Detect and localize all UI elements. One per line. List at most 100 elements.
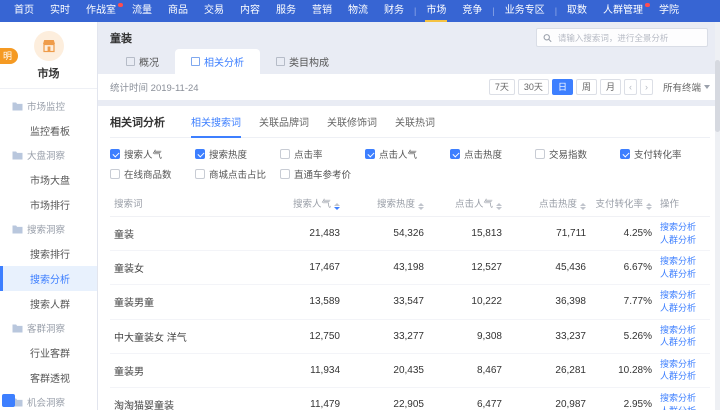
metric-0[interactable]: 搜索人气: [110, 147, 195, 161]
col-header-1[interactable]: 搜索人气: [266, 190, 344, 217]
sidebar-item-6[interactable]: 搜索排行: [0, 241, 97, 266]
col-header-4[interactable]: 点击热度: [506, 190, 590, 217]
subtab-3[interactable]: 关联热词: [395, 114, 435, 138]
range-button-4[interactable]: 月: [600, 79, 621, 95]
float-widget[interactable]: [2, 394, 15, 407]
metric-8[interactable]: 商城点击占比: [195, 167, 280, 181]
metric-label: 商城点击占比: [209, 167, 266, 181]
nav-item-7[interactable]: 服务: [268, 0, 304, 22]
metric-7[interactable]: 在线商品数: [110, 167, 195, 181]
checkbox-icon[interactable]: [280, 169, 290, 179]
value-cell: 54,326: [344, 217, 428, 251]
crowd-analysis-link[interactable]: 人群分析: [660, 405, 706, 410]
metric-3[interactable]: 点击人气: [365, 147, 450, 161]
search-term-cell[interactable]: 童装男童: [110, 285, 266, 319]
sidebar-item-1[interactable]: 监控看板: [0, 118, 97, 143]
nav-item-4[interactable]: 商品: [160, 0, 196, 22]
sidebar-group-label: 搜索洞察: [27, 222, 65, 236]
range-button-1[interactable]: 30天: [518, 79, 549, 95]
checkbox-icon[interactable]: [195, 149, 205, 159]
crowd-analysis-link[interactable]: 人群分析: [660, 302, 706, 315]
search-term-cell[interactable]: 中大童装女 洋气: [110, 319, 266, 353]
nav-item-2[interactable]: 作战室: [78, 0, 124, 22]
checkbox-icon[interactable]: [195, 169, 205, 179]
sidebar-item-8[interactable]: 搜索人群: [0, 291, 97, 316]
subtab-0[interactable]: 相关搜索词: [191, 114, 241, 138]
checkbox-icon[interactable]: [620, 149, 630, 159]
scrollbar-thumb[interactable]: [715, 60, 720, 132]
corner-badge[interactable]: 明: [0, 48, 18, 64]
nav-item-11[interactable]: 市场: [418, 0, 454, 22]
sidebar-item-11[interactable]: 客群透视: [0, 365, 97, 390]
sort-icon[interactable]: [418, 203, 424, 210]
nav-item-16[interactable]: 学院: [651, 0, 687, 22]
sidebar-item-4[interactable]: 市场排行: [0, 192, 97, 217]
col-header-2[interactable]: 搜索热度: [344, 190, 428, 217]
crowd-analysis-link[interactable]: 人群分析: [660, 234, 706, 247]
stat-time-value: 2019-11-24: [151, 83, 199, 94]
search-input[interactable]: [556, 32, 701, 44]
crowd-analysis-link[interactable]: 人群分析: [660, 336, 706, 349]
sort-icon[interactable]: [580, 203, 586, 210]
nav-item-15[interactable]: 人群管理: [595, 0, 651, 22]
metric-6[interactable]: 支付转化率: [620, 147, 705, 161]
range-button-3[interactable]: 周: [576, 79, 597, 95]
range-button-2[interactable]: 日: [552, 79, 573, 95]
metric-2[interactable]: 点击率: [280, 147, 365, 161]
crowd-analysis-link[interactable]: 人群分析: [660, 268, 706, 281]
search-analysis-link[interactable]: 搜索分析: [660, 392, 706, 405]
folder-icon: [12, 102, 23, 111]
tab-0[interactable]: 概况: [110, 49, 175, 74]
nav-item-5[interactable]: 交易: [196, 0, 232, 22]
sort-icon[interactable]: [334, 203, 340, 210]
metric-4[interactable]: 点击热度: [450, 147, 535, 161]
crowd-analysis-link[interactable]: 人群分析: [660, 370, 706, 383]
sort-icon[interactable]: [646, 203, 652, 210]
checkbox-icon[interactable]: [110, 169, 120, 179]
nav-item-8[interactable]: 营销: [304, 0, 340, 22]
nav-item-10[interactable]: 财务: [376, 0, 412, 22]
nav-item-14[interactable]: 取数: [559, 0, 595, 22]
scrollbar[interactable]: [715, 22, 720, 410]
search-analysis-link[interactable]: 搜索分析: [660, 289, 706, 302]
sort-icon[interactable]: [496, 203, 502, 210]
tab-1[interactable]: 相关分析: [175, 49, 260, 74]
search-term-cell[interactable]: 童装: [110, 217, 266, 251]
checkbox-icon[interactable]: [450, 149, 460, 159]
metric-5[interactable]: 交易指数: [535, 147, 620, 161]
range-button-0[interactable]: 7天: [489, 79, 515, 95]
nav-item-1[interactable]: 实时: [42, 0, 78, 22]
checkbox-icon[interactable]: [110, 149, 120, 159]
search-analysis-link[interactable]: 搜索分析: [660, 221, 706, 234]
nav-item-12[interactable]: 竞争: [454, 0, 490, 22]
metric-9[interactable]: 直通车参考价: [280, 167, 365, 181]
search-box[interactable]: [536, 28, 708, 47]
col-header-label: 支付转化率: [595, 199, 643, 210]
search-analysis-link[interactable]: 搜索分析: [660, 324, 706, 337]
prev-button[interactable]: ‹: [624, 79, 637, 95]
search-analysis-link[interactable]: 搜索分析: [660, 255, 706, 268]
tab-2[interactable]: 类目构成: [260, 49, 345, 74]
col-header-3[interactable]: 点击人气: [428, 190, 506, 217]
search-analysis-link[interactable]: 搜索分析: [660, 358, 706, 371]
checkbox-icon[interactable]: [365, 149, 375, 159]
nav-item-3[interactable]: 流量: [124, 0, 160, 22]
sidebar-item-3[interactable]: 市场大盘: [0, 167, 97, 192]
subtab-2[interactable]: 关联修饰词: [327, 114, 377, 138]
search-term-cell[interactable]: 淘淘猫婴童装: [110, 387, 266, 410]
search-term-cell[interactable]: 童装女: [110, 251, 266, 285]
checkbox-icon[interactable]: [280, 149, 290, 159]
next-button[interactable]: ›: [640, 79, 653, 95]
nav-item-9[interactable]: 物流: [340, 0, 376, 22]
sidebar-item-10[interactable]: 行业客群: [0, 340, 97, 365]
checkbox-icon[interactable]: [535, 149, 545, 159]
nav-item-0[interactable]: 首页: [6, 0, 42, 22]
search-term-cell[interactable]: 童装男: [110, 353, 266, 387]
terminal-filter[interactable]: 所有终端: [663, 80, 710, 94]
col-header-5[interactable]: 支付转化率: [590, 190, 656, 217]
subtab-1[interactable]: 关联品牌词: [259, 114, 309, 138]
nav-item-6[interactable]: 内容: [232, 0, 268, 22]
metric-1[interactable]: 搜索热度: [195, 147, 280, 161]
sidebar-item-7[interactable]: 搜索分析: [0, 266, 97, 291]
nav-item-13[interactable]: 业务专区: [497, 0, 553, 22]
